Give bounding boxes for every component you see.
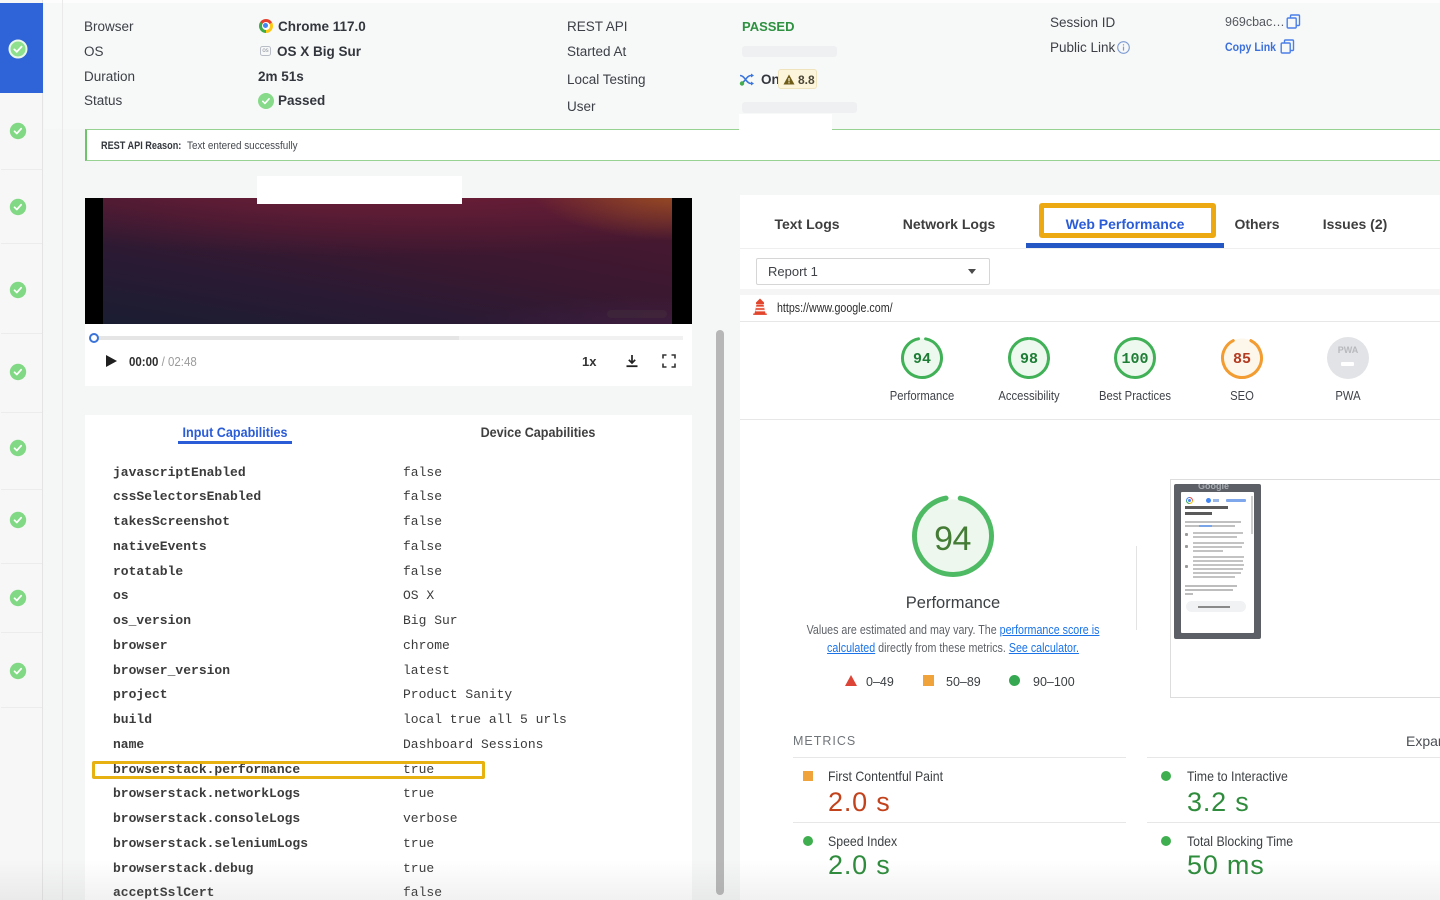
svg-text:98: 98 [1020, 351, 1038, 368]
svg-text:PWA: PWA [1338, 345, 1359, 355]
svg-text:85: 85 [1233, 351, 1251, 368]
svg-text:100: 100 [1121, 351, 1148, 368]
svg-text:94: 94 [913, 351, 931, 368]
